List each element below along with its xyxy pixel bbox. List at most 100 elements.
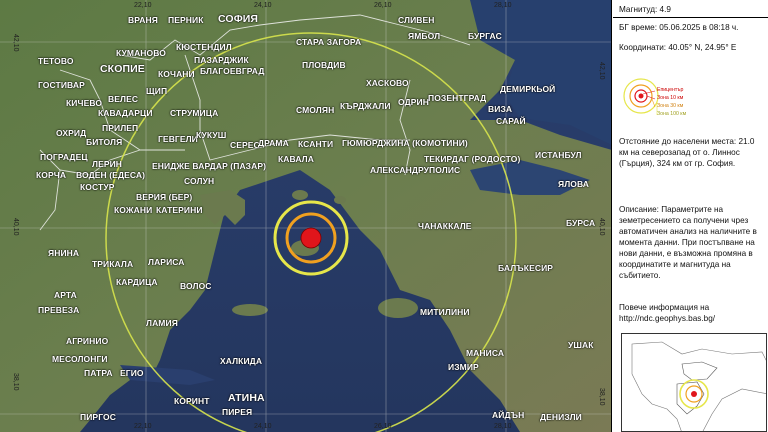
city-label-kukush: КУКУШ — [196, 130, 227, 140]
city-label-yalova: ЯЛОВА — [558, 179, 590, 189]
city-label-prilep: ПРИЛЕП — [102, 123, 139, 133]
city-label-trikala: ТРИКАЛА — [92, 259, 134, 269]
city-label-blagoevgrad: БЛАГОЕВГРАД — [200, 66, 265, 76]
city-label-karditsa: КАРДИЦА — [116, 277, 158, 287]
coord-top-1: 22,10 — [134, 2, 152, 9]
city-label-sofia: СОФИЯ — [218, 13, 259, 25]
city-label-korint: КОРИНТ — [174, 396, 210, 406]
city-label-drama: ДРАМА — [258, 138, 289, 148]
city-label-gyumyurdzhina: ГЮМЮРДЖИНА (КОМОТИНИ) — [342, 138, 468, 148]
coord-right-3: 38,10 — [598, 388, 605, 406]
city-label-izmir: ИЗМИР — [448, 362, 479, 372]
city-label-voden: ВОДЕН (ЕДЕСА) — [76, 170, 146, 180]
epicenter-marker — [300, 227, 322, 249]
coord-bottom-1: 22,10 — [134, 423, 152, 430]
city-label-kavadarci: КАВАДАРЦИ — [98, 108, 153, 118]
city-label-kumanovo: КУМАНОВО — [116, 48, 166, 58]
city-label-pogradec: ПОГРАДЕЦ — [40, 152, 88, 162]
city-label-skopje: СКОПИЕ — [100, 63, 145, 75]
city-label-kyustendil: КЮСТЕНДИЛ — [176, 42, 232, 52]
city-label-yanina: ЯНИНА — [48, 248, 80, 258]
city-label-veles: ВЕЛЕС — [108, 94, 139, 104]
city-label-strumica: СТРУМИЦА — [170, 108, 219, 118]
city-label-tetovo: ТЕТОВО — [38, 56, 74, 66]
coord-top-3: 26,10 — [374, 2, 392, 9]
city-label-enidzhe: ЕНИДЖЕ ВАРДАР (ПАЗАР) — [152, 161, 267, 171]
city-label-agrinio: АГРИНИО — [66, 336, 109, 346]
panel-divider — [613, 17, 768, 18]
city-label-pirea: ПИРЕЯ — [222, 407, 253, 417]
city-label-atina: АТИНА — [228, 392, 265, 404]
city-label-ohrid: ОХРИД — [56, 128, 87, 138]
city-label-saray: САРАЙ — [496, 116, 526, 126]
city-label-patra: ПАТРА — [84, 368, 113, 378]
coordinates-text: Координати: 40.05° N, 24.95° E — [619, 43, 737, 52]
city-label-kichevo: КИЧЕВО — [66, 98, 103, 108]
city-label-manisa: МАНИСА — [466, 348, 505, 358]
bg-time-text: БГ време: 05.06.2025 в 08:18 ч. — [619, 23, 739, 32]
city-label-aydin: АЙДЪН — [492, 410, 525, 420]
city-label-denizli: ДЕНИЗЛИ — [540, 412, 582, 422]
coord-bottom-3: 26,10 — [374, 423, 392, 430]
coord-bottom-2: 24,10 — [254, 423, 272, 430]
inset-epicenter-marker — [691, 391, 697, 397]
city-label-pozentgrad: ПОЗЕНТГРАД — [428, 93, 487, 103]
legend-epicenter-label: Епицентър — [657, 87, 684, 93]
distance-text: Отстояние до населени места: 21.0 км на … — [619, 137, 755, 168]
city-label-demirkoy: ДЕМИРКЬОЙ — [500, 84, 556, 94]
city-label-yambol: ЯМБОЛ — [408, 31, 441, 41]
legend-zone30-label: Зона 30 км — [657, 103, 684, 109]
city-label-tekirdag: ТЕКИРДАГ (РОДОСТО) — [424, 154, 521, 164]
city-label-kardzhali: КЪРДЖАЛИ — [340, 101, 391, 111]
coord-right-2: 40,10 — [598, 218, 605, 236]
legend-zone100-label: Зона 100 км — [657, 111, 687, 117]
earthquake-map[interactable]: 22,10 24,10 26,10 28,10 22,10 24,10 26,1… — [0, 0, 612, 432]
city-label-sliven: СЛИВЕН — [398, 15, 435, 25]
city-label-kozhani: КОЖАНИ — [114, 205, 153, 215]
city-label-burgas: БУРГАС — [468, 31, 502, 41]
magnitude-text: Магнитуд: 4.9 — [619, 5, 671, 14]
coord-left-2: 40,10 — [12, 218, 19, 236]
city-label-pernik: ПЕРНИК — [168, 15, 204, 25]
city-label-katerini: КАТЕРИНИ — [156, 205, 203, 215]
info-panel: Магнитуд: 4.9 БГ време: 05.06.2025 в 08:… — [613, 0, 768, 432]
city-label-arta: АРТА — [54, 290, 77, 300]
city-label-volos: ВОЛОС — [180, 281, 212, 291]
city-label-florina: ЛЕРИН — [92, 159, 123, 169]
legend-zone10-label: Зона 10 км — [657, 95, 684, 101]
city-label-solun: СОЛУН — [184, 176, 215, 186]
city-label-kochani: КОЧАНИ — [158, 69, 195, 79]
city-label-kostur: КОСТУР — [80, 182, 115, 192]
more-info-link[interactable]: Повече информация на http://ndc.geophys.… — [619, 302, 764, 324]
city-label-chanakkale: ЧАНАККАЛЕ — [418, 221, 472, 231]
city-label-pazardzhik: ПАЗАРДЖИК — [194, 55, 249, 65]
zone-legend: Епицентър Зона 10 км Зона 30 км Зона 100… — [621, 72, 711, 124]
city-label-balikesir: БАЛЪКЕСИР — [498, 263, 554, 273]
city-label-kavala: КАВАЛА — [278, 154, 314, 164]
city-label-pirgos: ПИРГОС — [80, 412, 116, 422]
city-label-bitola: БИТОЛЯ — [86, 137, 123, 147]
city-label-seres: СЕРЕС — [230, 140, 260, 150]
city-label-ksanti: КСАНТИ — [298, 139, 334, 149]
city-label-shtip: ЩИП — [146, 86, 168, 96]
city-label-egio: ЕГИО — [120, 368, 144, 378]
city-label-smolyan: СМОЛЯН — [296, 105, 335, 115]
coord-left-1: 42,10 — [12, 34, 19, 52]
city-label-preveza: ПРЕВЕЗА — [38, 305, 80, 315]
city-label-bursa: БУРСА — [566, 218, 596, 228]
city-label-larisa: ЛАРИСА — [148, 257, 185, 267]
city-label-istanbul: ИСТАНБУЛ — [535, 150, 582, 160]
city-label-aleksandrupolis: АЛЕКСАНДРУПОЛИС — [370, 165, 461, 175]
city-label-haskovo: ХАСКОВО — [366, 78, 409, 88]
city-label-usak: УШАК — [568, 340, 594, 350]
city-label-mesolongi: МЕСОЛОНГИ — [52, 354, 108, 364]
coord-right-1: 42,10 — [598, 62, 605, 80]
city-label-viza: ВИЗА — [488, 104, 513, 114]
coord-left-3: 38,10 — [12, 373, 19, 391]
city-label-gevgeli: ГЕВГЕЛИ — [158, 134, 198, 144]
city-label-lamia: ЛАМИЯ — [146, 318, 178, 328]
coord-top-4: 28,10 — [494, 2, 512, 9]
city-label-mitilini: МИТИЛИНИ — [420, 307, 470, 317]
city-label-halkida: ХАЛКИДА — [220, 356, 263, 366]
city-label-vranya: ВРАНЯ — [128, 15, 158, 25]
